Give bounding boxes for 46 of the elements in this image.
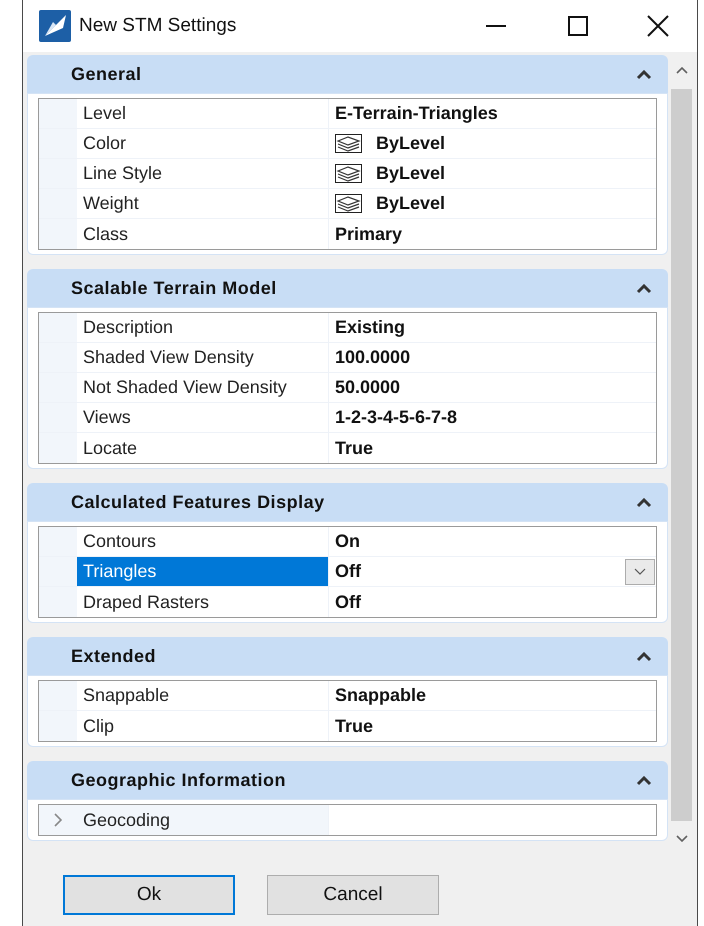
property-label[interactable]: Geocoding: [77, 805, 329, 835]
section-title: Extended: [71, 644, 158, 668]
close-icon: [647, 15, 669, 37]
dialog-button[interactable]: Cancel: [267, 875, 439, 915]
collapse-chevron-icon[interactable]: [636, 774, 652, 786]
layers-icon: [335, 134, 362, 153]
collapse-chevron-icon[interactable]: [636, 282, 652, 294]
section-header[interactable]: Geographic Information: [27, 761, 668, 799]
section-header[interactable]: Calculated Features Display: [27, 483, 668, 521]
section-header[interactable]: General: [27, 55, 668, 93]
chevron-down-icon: [634, 568, 646, 575]
layers-icon: [335, 194, 362, 213]
section-title: General: [71, 62, 143, 86]
scroll-down-icon[interactable]: [676, 834, 688, 842]
property-value: Off: [335, 590, 362, 614]
scroll-up-icon[interactable]: [676, 67, 688, 74]
section-header[interactable]: Scalable Terrain Model: [27, 269, 668, 307]
property-value: E-Terrain-Triangles: [335, 102, 499, 125]
property-value: Off: [335, 560, 362, 583]
minimize-icon: [486, 25, 506, 27]
property-value: Existing: [335, 316, 406, 339]
collapse-chevron-icon[interactable]: [636, 650, 652, 662]
property-value: 1-2-3-4-5-6-7-8: [335, 406, 458, 429]
window-title: New STM Settings: [79, 14, 236, 38]
property-label[interactable]: Triangles: [77, 557, 329, 586]
property-value: ByLevel: [376, 132, 446, 155]
property-value: True: [335, 436, 374, 460]
section-title: Scalable Terrain Model: [71, 276, 278, 300]
property-value: ByLevel: [376, 162, 446, 185]
dialog-button[interactable]: Ok: [63, 875, 235, 915]
collapse-chevron-icon[interactable]: [636, 496, 652, 508]
property-value: On: [335, 530, 361, 553]
app-logo-icon: [39, 10, 71, 42]
property-value: 100.0000: [335, 346, 412, 369]
property-value: Snappable: [335, 684, 428, 707]
section-header[interactable]: Extended: [27, 637, 668, 675]
section-title: Geographic Information: [71, 768, 288, 792]
property-value: ByLevel: [376, 192, 446, 215]
section-title: Calculated Features Display: [71, 490, 326, 514]
property-value: True: [335, 714, 374, 738]
scrollbar-thumb[interactable]: [671, 89, 692, 821]
property-value: Primary: [335, 222, 404, 246]
property-value: 50.0000: [335, 376, 402, 399]
collapse-chevron-icon[interactable]: [636, 68, 652, 80]
layers-icon: [335, 164, 362, 183]
maximize-icon: [568, 16, 588, 36]
